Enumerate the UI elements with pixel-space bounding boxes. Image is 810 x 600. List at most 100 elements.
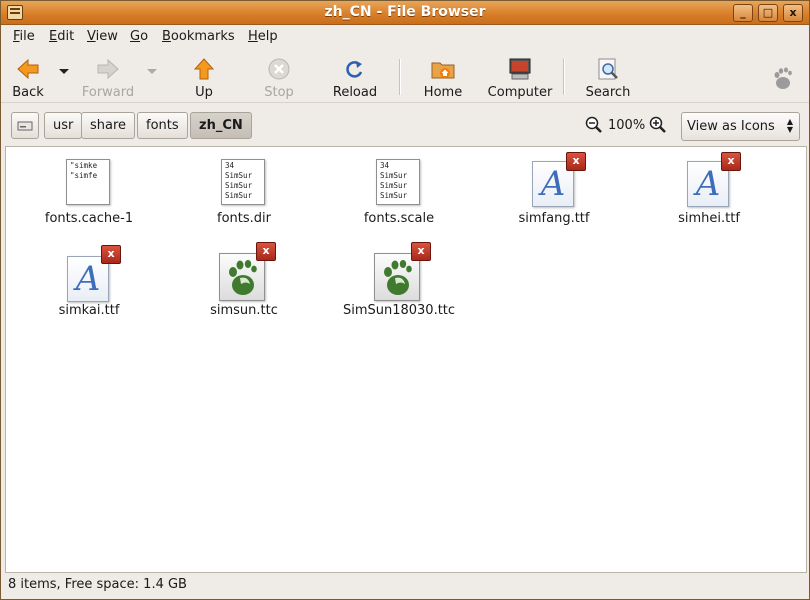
text-file-icon: 34 SimSur SimSur SimSur <box>221 159 265 205</box>
menu-view[interactable]: View <box>87 29 118 44</box>
forward-button[interactable]: Forward <box>79 53 137 101</box>
home-folder-icon <box>431 62 455 79</box>
gnome-foot-logo <box>774 67 792 89</box>
file-name: fonts.dir <box>217 211 271 226</box>
file-name: simfang.ttf <box>518 211 590 226</box>
view-mode-select[interactable]: View as Icons ▲ ▼ <box>681 112 800 141</box>
preview-line: SimSur <box>380 191 408 200</box>
file-item[interactable]: A x simhei.ttf <box>644 152 774 235</box>
stop-icon <box>268 58 290 80</box>
view-mode-label: View as Icons <box>687 119 775 134</box>
toolbar: Back Forward Up Stop Reload Home Compute <box>1 49 809 103</box>
menu-help[interactable]: Help <box>248 29 278 44</box>
file-name: simhei.ttf <box>678 211 740 226</box>
up-button[interactable]: Up <box>185 53 223 101</box>
unreadable-badge-icon: x <box>721 152 741 171</box>
file-name: SimSun18030.ttc <box>342 303 456 318</box>
back-button[interactable]: Back <box>5 53 51 101</box>
file-name: simsun.ttc <box>210 303 278 318</box>
reload-icon <box>346 61 363 78</box>
maximize-button[interactable]: □ <box>758 4 778 22</box>
computer-label: Computer <box>487 85 553 100</box>
preview-line: SimSur <box>225 191 253 200</box>
search-icon <box>598 58 618 80</box>
preview-line: 34 <box>225 161 235 170</box>
file-browser-window: zh_CN - File Browser _ □ x File Edit Vie… <box>0 0 810 600</box>
drive-root-button[interactable] <box>11 112 39 139</box>
select-arrows-icon: ▲ ▼ <box>786 117 793 134</box>
zoom-out-icon[interactable] <box>585 116 603 134</box>
search-label: Search <box>585 85 631 100</box>
toolbar-separator <box>399 59 400 95</box>
file-item[interactable]: 34 SimSur SimSur SimSur fonts.scale <box>334 155 464 235</box>
menu-edit[interactable]: Edit <box>49 29 74 44</box>
stop-label: Stop <box>264 85 294 100</box>
zoom-level[interactable]: 100% <box>608 112 645 139</box>
minimize-button[interactable]: _ <box>733 4 753 22</box>
forward-history-dropdown[interactable] <box>147 69 157 74</box>
menu-help-mnemonic: H <box>248 29 258 44</box>
menu-go[interactable]: Go <box>130 29 148 44</box>
title-bar[interactable]: zh_CN - File Browser _ □ x <box>1 1 809 25</box>
preview-line: "simfe <box>70 171 98 180</box>
file-item[interactable]: "simke "simfe fonts.cache-1 <box>24 155 154 235</box>
reload-button[interactable]: Reload <box>331 53 379 101</box>
file-item[interactable]: 34 SimSur SimSur SimSur fonts.dir <box>179 155 309 235</box>
forward-arrow-icon <box>97 58 119 80</box>
drive-icon <box>17 121 33 131</box>
toolbar-separator <box>563 59 564 95</box>
menu-view-mnemonic: V <box>87 29 96 44</box>
home-label: Home <box>423 85 463 100</box>
stop-button[interactable]: Stop <box>259 53 299 101</box>
font-glyph: A <box>75 259 101 299</box>
menu-help-label: elp <box>257 29 278 44</box>
menu-bookmarks[interactable]: Bookmarks <box>162 29 235 44</box>
forward-label: Forward <box>81 85 135 100</box>
preview-line: "simke <box>70 161 98 170</box>
preview-line: SimSur <box>225 171 253 180</box>
menu-file-label: ile <box>19 29 35 44</box>
text-file-icon: 34 SimSur SimSur SimSur <box>376 159 420 205</box>
file-item[interactable]: A x simfang.ttf <box>489 152 619 235</box>
zoom-in-icon[interactable] <box>649 116 667 134</box>
search-button[interactable]: Search <box>583 53 633 101</box>
crumb-usr[interactable]: usr <box>44 112 83 139</box>
file-name: fonts.cache-1 <box>44 211 134 226</box>
unreadable-badge-icon: x <box>101 245 121 264</box>
computer-button[interactable]: Computer <box>485 53 555 101</box>
reload-label: Reload <box>332 85 378 100</box>
back-label: Back <box>12 85 44 100</box>
status-bar: 8 items, Free space: 1.4 GB <box>8 577 187 592</box>
menu-bookmarks-label: ookmarks <box>170 29 235 44</box>
back-arrow-icon <box>17 58 39 80</box>
crumb-fonts[interactable]: fonts <box>137 112 188 139</box>
up-arrow-icon <box>193 58 215 80</box>
up-label: Up <box>195 85 213 100</box>
unreadable-badge-icon: x <box>411 242 431 261</box>
back-history-dropdown[interactable] <box>59 69 69 74</box>
file-item[interactable]: x simsun.ttc <box>179 242 309 327</box>
text-file-icon: "simke "simfe <box>66 159 110 205</box>
file-item[interactable]: A x simkai.ttf <box>24 244 154 327</box>
menu-edit-mnemonic: E <box>49 29 58 44</box>
crumb-zh-cn[interactable]: zh_CN <box>190 112 252 139</box>
preview-line: SimSur <box>380 171 408 180</box>
file-item[interactable]: x SimSun18030.ttc <box>334 242 464 327</box>
computer-icon <box>509 58 531 80</box>
preview-line: SimSur <box>225 181 253 190</box>
crumb-share[interactable]: share <box>81 112 136 139</box>
window-title: zh_CN - File Browser <box>324 4 486 20</box>
gnome-foot-icon <box>384 260 412 295</box>
menu-bookmarks-mnemonic: B <box>162 29 171 44</box>
file-icon-view[interactable]: "simke "simfe fonts.cache-1 34 SimSur Si… <box>5 146 807 573</box>
gnome-foot-icon <box>229 260 257 295</box>
home-button[interactable]: Home <box>419 53 467 101</box>
close-button[interactable]: x <box>783 4 803 22</box>
menu-view-label: iew <box>95 29 118 44</box>
menu-go-label: o <box>140 29 149 44</box>
preview-line: 34 <box>380 161 390 170</box>
menu-file[interactable]: File <box>13 29 35 44</box>
menu-edit-label: dit <box>57 29 75 44</box>
unreadable-badge-icon: x <box>256 242 276 261</box>
unreadable-badge-icon: x <box>566 152 586 171</box>
